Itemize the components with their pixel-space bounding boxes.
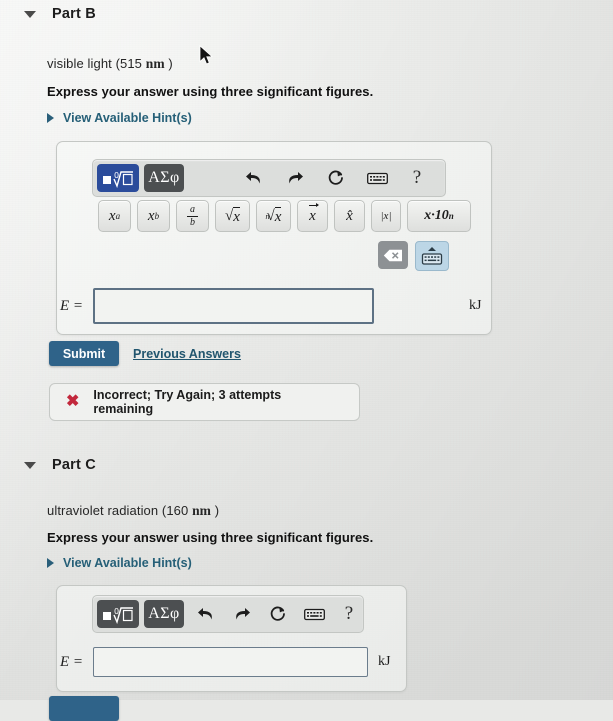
- part-b-hint-toggle[interactable]: View Available Hint(s): [47, 111, 192, 125]
- superscript-key[interactable]: xa: [98, 200, 131, 232]
- absolute-value-key[interactable]: |x|: [371, 200, 401, 232]
- triangle-down-icon[interactable]: [24, 11, 36, 18]
- part-b-answer-input[interactable]: [93, 288, 375, 324]
- triangle-right-icon: [47, 558, 54, 568]
- part-c-answer-input[interactable]: [93, 647, 369, 677]
- subscript-key[interactable]: xb: [137, 200, 170, 232]
- part-c-title: Part C: [52, 457, 96, 473]
- part-b-keypad-controls: [378, 241, 449, 271]
- part-c-prompt: ultraviolet radiation (160 nm ): [47, 503, 219, 519]
- part-c-math-toolbar: 0 ΑΣφ ?: [92, 595, 364, 633]
- undo-icon[interactable]: [194, 601, 218, 627]
- part-b-previous-answers-link[interactable]: Previous Answers: [133, 347, 241, 361]
- part-b-feedback-text: Incorrect; Try Again; 3 attempts remaini…: [93, 388, 282, 416]
- greek-symbols-button[interactable]: ΑΣφ: [144, 164, 184, 192]
- part-b-instruction: Express your answer using three signific…: [47, 84, 374, 99]
- math-template-icon[interactable]: 0: [97, 164, 139, 192]
- part-c-hint-toggle[interactable]: View Available Hint(s): [47, 556, 192, 570]
- svg-text:0: 0: [114, 171, 119, 180]
- part-c-answer-row: E = kJ: [60, 647, 391, 677]
- reset-icon[interactable]: [323, 165, 349, 191]
- hide-keyboard-icon[interactable]: [415, 241, 449, 271]
- vector-key[interactable]: x: [297, 200, 328, 232]
- part-b-prompt-suffix: ): [164, 56, 173, 71]
- part-c-instruction: Express your answer using three signific…: [47, 530, 374, 545]
- undo-icon[interactable]: [241, 165, 267, 191]
- part-b-answer-unit: kJ: [469, 298, 482, 313]
- part-b-feedback-box: ✖ Incorrect; Try Again; 3 attempts remai…: [49, 383, 360, 421]
- part-b-math-toolbar: 0 ΑΣφ ?: [92, 159, 446, 197]
- part-c-answer-unit: kJ: [378, 654, 391, 669]
- redo-icon[interactable]: [282, 165, 308, 191]
- backspace-icon[interactable]: [378, 241, 408, 269]
- svg-text:0: 0: [114, 607, 119, 616]
- help-icon[interactable]: ?: [338, 601, 360, 627]
- part-b-prompt: visible light (515 nm ): [47, 56, 173, 72]
- x-mark-icon: ✖: [66, 393, 80, 410]
- part-c-hint-label: View Available Hint(s): [63, 556, 192, 570]
- part-b-title: Part B: [52, 6, 96, 22]
- reset-icon[interactable]: [266, 601, 290, 627]
- part-b-answer-row: E = kJ: [60, 288, 482, 324]
- help-icon[interactable]: ?: [405, 165, 429, 191]
- part-b-prompt-unit: nm: [145, 56, 165, 71]
- part-b-answer-label: E =: [60, 297, 84, 314]
- part-c-prompt-prefix: ultraviolet radiation (160: [47, 503, 193, 518]
- math-template-icon[interactable]: 0: [97, 600, 139, 628]
- keyboard-icon[interactable]: [302, 601, 326, 627]
- triangle-right-icon: [47, 113, 54, 123]
- keyboard-icon[interactable]: [364, 165, 390, 191]
- part-b-submit-button[interactable]: Submit: [49, 341, 119, 366]
- nth-root-key[interactable]: n √ x: [256, 200, 291, 232]
- part-c-header[interactable]: Part C: [24, 457, 96, 473]
- part-b-header[interactable]: Part B: [24, 6, 96, 22]
- part-b-symbol-keys: xa xb ab √ x n √ x x x̂ |x| x·10 n: [98, 200, 471, 232]
- greek-symbols-button[interactable]: ΑΣφ: [144, 600, 184, 628]
- part-b-hint-label: View Available Hint(s): [63, 111, 192, 125]
- part-c-prompt-suffix: ): [211, 503, 220, 518]
- fraction-key[interactable]: ab: [176, 200, 209, 232]
- part-c-prompt-unit: nm: [192, 503, 212, 518]
- sqrt-key[interactable]: √ x: [215, 200, 250, 232]
- redo-icon[interactable]: [230, 601, 254, 627]
- triangle-down-icon[interactable]: [24, 462, 36, 469]
- scientific-notation-key[interactable]: x·10 n: [407, 200, 471, 232]
- part-b-prompt-prefix: visible light (515: [47, 56, 146, 71]
- part-c-answer-label: E =: [60, 653, 84, 670]
- hat-key[interactable]: x̂: [334, 200, 365, 232]
